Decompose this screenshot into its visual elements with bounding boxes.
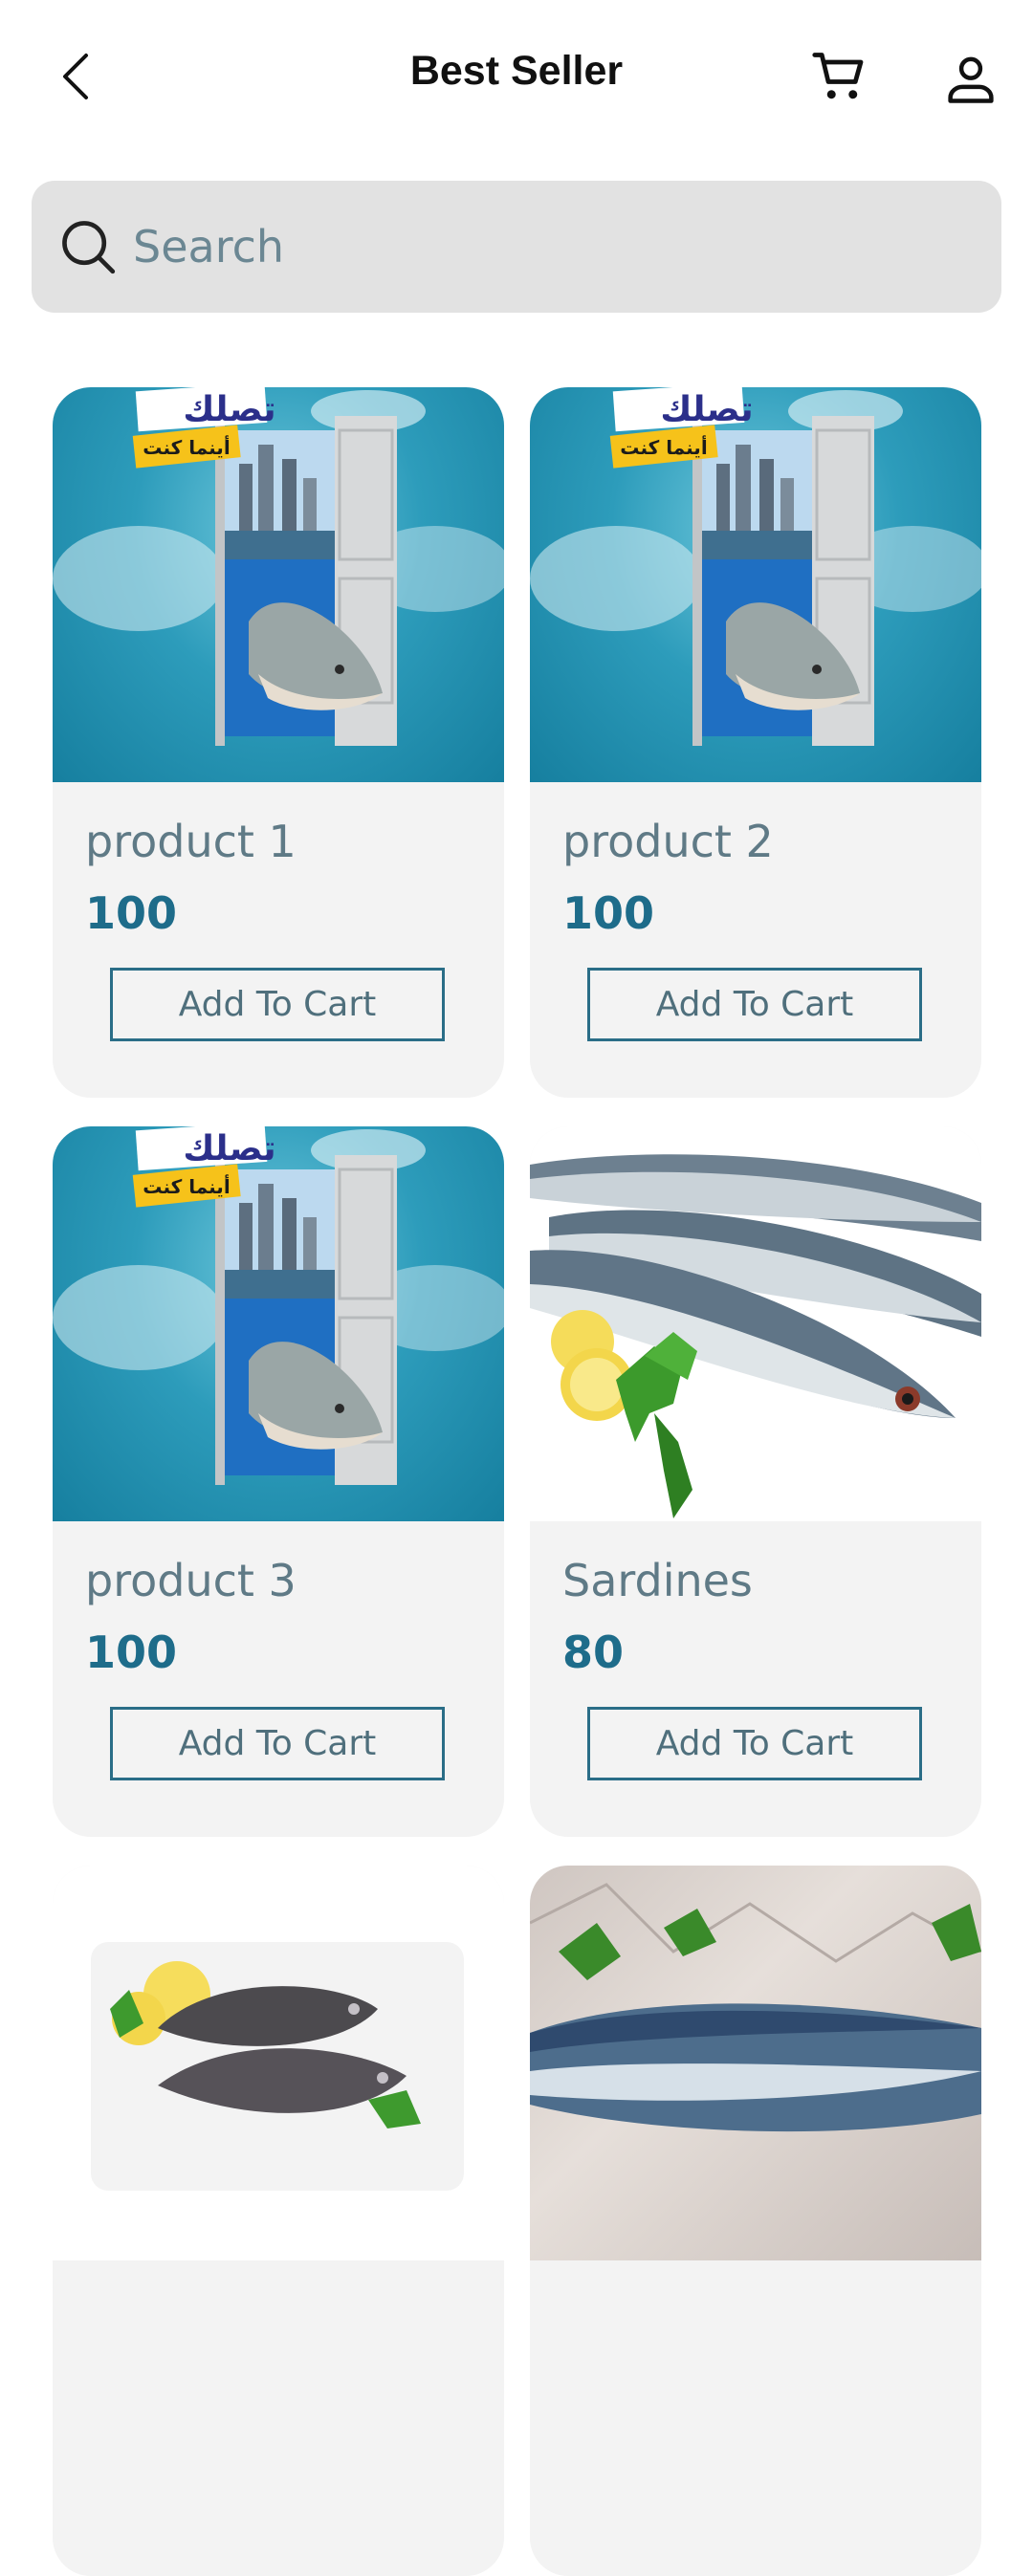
product-price: 100	[562, 887, 655, 939]
page-title: Best Seller	[409, 48, 624, 94]
product-card[interactable]: Sardines 80 Add To Cart	[530, 1126, 981, 1837]
promo-text-sub: أينما كنت	[143, 1173, 230, 1198]
product-image[interactable]: تصلك أينما كنت	[53, 387, 504, 782]
product-image[interactable]: تصلك أينما كنت	[53, 1126, 504, 1521]
search-input[interactable]	[131, 220, 900, 273]
profile-button[interactable]	[937, 46, 1004, 113]
product-price: 100	[85, 1626, 178, 1678]
product-card[interactable]: تصلك أينما كنت product 3 100 Add To Cart	[53, 1126, 504, 1837]
promo-text-main: تصلك	[660, 390, 753, 429]
promo-text-sub: أينما كنت	[143, 434, 230, 459]
product-image[interactable]	[530, 1126, 981, 1521]
product-card[interactable]	[530, 1866, 981, 2576]
add-to-cart-button[interactable]: Add To Cart	[587, 1707, 922, 1780]
product-name: product 3	[85, 1555, 297, 1606]
product-card[interactable]: تصلك أينما كنت product 2 100 Add To Cart	[530, 387, 981, 1098]
product-card[interactable]: تصلك أينما كنت product 1 100 Add To Cart	[53, 387, 504, 1098]
app-header: Best Seller	[0, 0, 1033, 153]
user-icon	[948, 56, 994, 103]
product-name: product 1	[85, 816, 297, 867]
search-bar[interactable]	[32, 181, 1001, 313]
promo-text-main: تصلك	[183, 390, 275, 429]
product-image[interactable]: تصلك أينما كنت	[530, 387, 981, 782]
product-card[interactable]	[53, 1866, 504, 2576]
cart-icon	[812, 53, 864, 99]
product-name: product 2	[562, 816, 774, 867]
add-to-cart-button[interactable]: Add To Cart	[110, 1707, 445, 1780]
product-image[interactable]	[530, 1866, 981, 2260]
product-name: Sardines	[562, 1555, 753, 1606]
product-price: 100	[85, 887, 178, 939]
add-to-cart-button[interactable]: Add To Cart	[110, 968, 445, 1041]
promo-text-sub: أينما كنت	[620, 434, 707, 459]
product-price: 80	[562, 1626, 625, 1678]
product-image[interactable]	[53, 1866, 504, 2260]
cart-button[interactable]	[806, 43, 873, 110]
search-icon	[56, 215, 120, 278]
add-to-cart-button[interactable]: Add To Cart	[587, 968, 922, 1041]
promo-text-main: تصلك	[183, 1129, 275, 1168]
